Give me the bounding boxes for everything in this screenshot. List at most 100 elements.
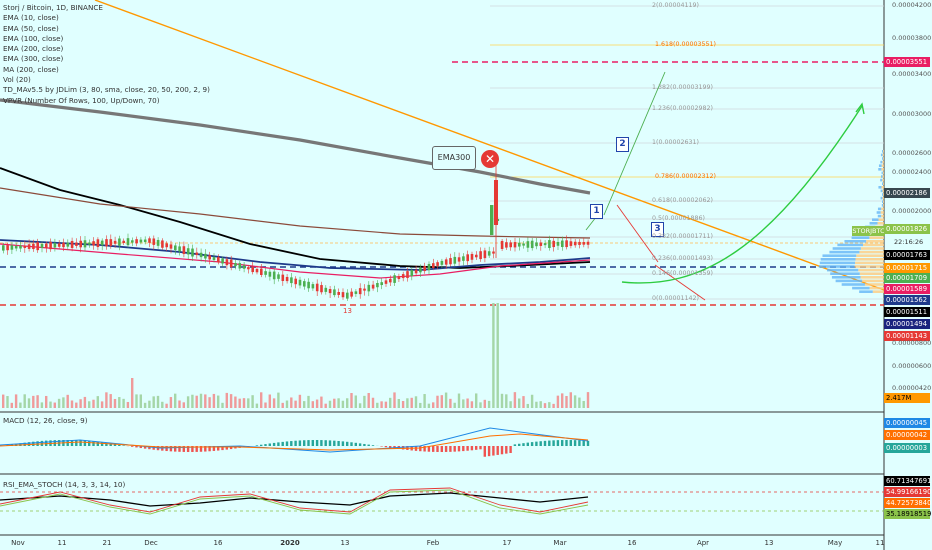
volume-bar xyxy=(100,401,104,408)
volume-bar xyxy=(161,401,164,408)
volume-bar xyxy=(384,401,388,408)
volume-bar xyxy=(212,393,216,408)
volume-bar xyxy=(530,394,534,408)
volume-bar xyxy=(440,395,443,408)
vpvr-bar xyxy=(831,276,861,279)
macd-histogram-bar xyxy=(539,441,542,446)
volume-bar xyxy=(139,394,142,408)
macd-histogram-bar xyxy=(518,443,521,446)
candle-body xyxy=(479,251,482,260)
candle-body xyxy=(62,242,65,248)
volume-bar xyxy=(247,398,250,408)
macd-histogram-bar xyxy=(268,443,271,446)
price-axis-label: 0.00002400 xyxy=(892,168,932,176)
volume-bar xyxy=(346,398,349,408)
macd-histogram-bar xyxy=(354,442,357,446)
volume-bar xyxy=(397,398,400,408)
macd-histogram-bar xyxy=(492,446,495,456)
volume-bar xyxy=(449,398,452,408)
vpvr-bar xyxy=(852,286,870,290)
vpvr-bar xyxy=(818,265,855,268)
volume-bar xyxy=(290,397,293,408)
wave-label-2: 2 xyxy=(616,137,629,152)
rsi-label: RSI_EMA_STOCH (14, 3, 3, 14, 10) xyxy=(3,480,126,489)
volume-bar xyxy=(341,400,345,408)
price-tag: 0.00001763 xyxy=(884,250,930,260)
vpvr-bar xyxy=(877,214,882,218)
candle-body xyxy=(518,242,521,247)
candle-body xyxy=(466,254,469,262)
macd-histogram-bar xyxy=(324,440,327,446)
volume-bar xyxy=(315,399,319,408)
macd-histogram-bar xyxy=(131,446,134,447)
macd-histogram-bar xyxy=(367,444,370,446)
candle-body xyxy=(470,253,474,260)
legend-item: EMA (200, close) xyxy=(3,44,64,54)
volume-bar xyxy=(475,393,478,408)
volume-bar xyxy=(328,400,332,408)
vpvr-bar xyxy=(866,240,884,243)
time-axis-label: 13 xyxy=(764,539,774,547)
ema200-line xyxy=(0,167,591,269)
candle-body xyxy=(311,284,315,289)
candle-body xyxy=(492,251,495,254)
legend-item: EMA (100, close) xyxy=(3,33,64,43)
vpvr-bar xyxy=(872,218,879,221)
macd-histogram-bar xyxy=(290,441,293,446)
candle-body xyxy=(380,282,383,286)
vpvr-bar xyxy=(883,204,884,207)
candle-body xyxy=(371,284,375,289)
price-tag: 0.00001715 xyxy=(884,263,930,273)
candle-body xyxy=(100,240,104,246)
volume-bar xyxy=(88,401,91,408)
volume-bar xyxy=(371,397,375,408)
candle-body xyxy=(315,283,319,292)
volume-bar xyxy=(148,400,151,408)
fib-level-label: 1.382(0.00003199) xyxy=(652,84,713,91)
volume-bar xyxy=(83,396,87,408)
volume-bar xyxy=(195,395,198,408)
price-tag: 0.00003551 xyxy=(884,57,930,67)
volume-bar xyxy=(414,396,418,408)
macd-histogram-bar xyxy=(320,440,323,446)
candle-body xyxy=(354,291,358,294)
volume-bar xyxy=(509,401,512,408)
candle-body xyxy=(260,268,263,275)
candle-body xyxy=(298,279,302,286)
volume-bar xyxy=(548,402,551,408)
vpvr-bar xyxy=(882,150,884,153)
macd-histogram-bar xyxy=(444,446,448,452)
legend-item: EMA (300, close) xyxy=(3,54,64,64)
candle-body xyxy=(556,241,560,246)
volume-bar xyxy=(23,394,26,408)
candle-body xyxy=(14,246,18,249)
vpvr-bar xyxy=(883,150,884,153)
candle-body xyxy=(229,259,233,268)
vpvr-bar xyxy=(881,214,884,218)
candle-body xyxy=(526,241,530,248)
vpvr-bar xyxy=(851,236,870,239)
candle-body xyxy=(92,241,95,246)
vpvr-bar xyxy=(832,247,861,250)
candle-body xyxy=(96,239,100,248)
macd-histogram-bar xyxy=(294,440,297,446)
candle-body xyxy=(247,267,250,270)
fib-level-label: 0(0.00001142) xyxy=(652,295,699,302)
volume-bar xyxy=(229,394,233,408)
volume-bar xyxy=(118,397,121,408)
macd-histogram-bar xyxy=(556,440,560,446)
volume-bar xyxy=(535,401,538,408)
fib-level-label: 0.786(0.00002312) xyxy=(655,173,716,180)
candle-body xyxy=(221,258,224,264)
candle-body xyxy=(53,243,57,248)
vpvr-bar xyxy=(869,222,878,225)
candle-body xyxy=(165,243,168,248)
fib-level-label: 0.146(0.00001359) xyxy=(652,270,713,277)
candle-body xyxy=(552,240,555,248)
macd-histogram-bar xyxy=(358,443,362,446)
macd-histogram-bar xyxy=(586,440,590,446)
macd-histogram-bar xyxy=(513,444,517,446)
candle-body xyxy=(440,260,444,265)
volume-bar xyxy=(470,401,474,408)
macd-histogram-bar xyxy=(487,446,491,457)
